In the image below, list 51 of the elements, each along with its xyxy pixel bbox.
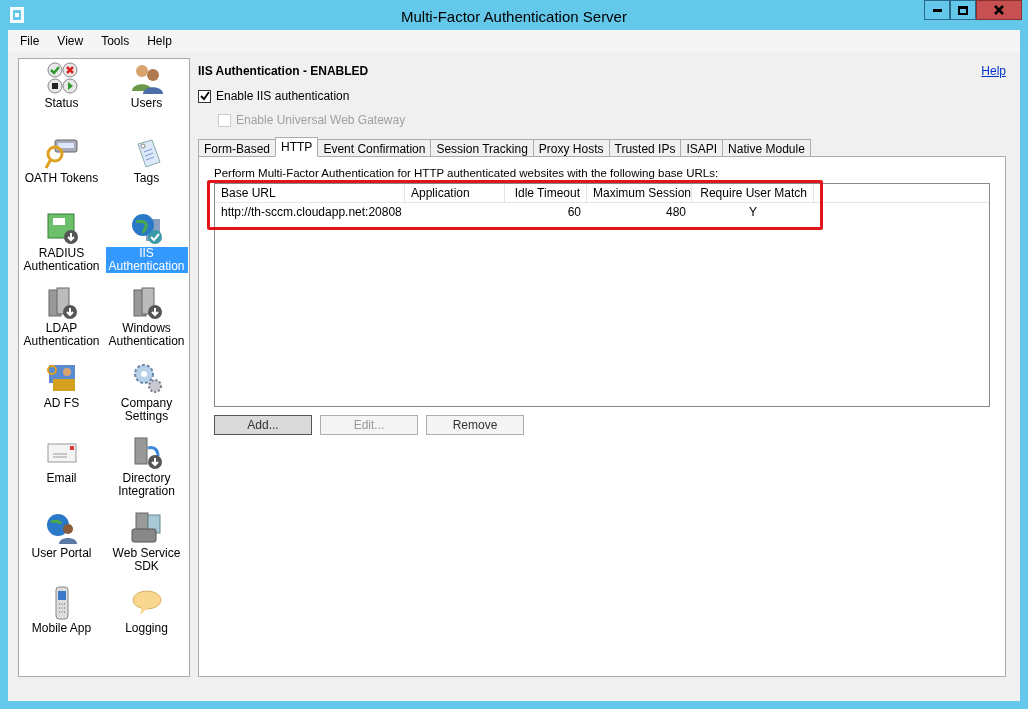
- sidebar-item[interactable]: Windows Authentication: [105, 322, 188, 348]
- action-button[interactable]: Add...: [214, 415, 312, 436]
- sidebar-item[interactable]: Email: [45, 472, 78, 485]
- checkbox[interactable]: [198, 89, 211, 103]
- column-header[interactable]: Application: [405, 184, 505, 203]
- column-header[interactable]: Base URL: [215, 184, 405, 203]
- menu-item[interactable]: View: [49, 32, 92, 50]
- menu-item[interactable]: Help: [139, 32, 180, 50]
- action-button[interactable]: Remove: [426, 415, 524, 436]
- sidebar-item[interactable]: OATH Tokens: [23, 172, 100, 185]
- table-cell: http://th-sccm.cloudapp.net:20808: [221, 204, 402, 219]
- table-cell: Y: [749, 204, 757, 219]
- table-cell: 480: [665, 204, 686, 219]
- close-button[interactable]: [976, 0, 1022, 20]
- window-title: Multi-Factor Authentication Server: [400, 7, 628, 27]
- section-heading: IIS Authentication - ENABLED: [198, 63, 369, 80]
- tab[interactable]: Native Module: [722, 139, 811, 157]
- sidebar-item[interactable]: LDAP Authentication: [20, 322, 103, 348]
- help-link[interactable]: Help: [981, 62, 1006, 80]
- column-header[interactable]: Idle Timeout: [505, 184, 587, 203]
- table-cell: 60: [567, 204, 581, 219]
- server-toolbox-icon: [129, 511, 164, 545]
- globe-person-icon: [44, 511, 79, 545]
- sidebar-item[interactable]: AD FS: [42, 397, 81, 410]
- sidebar-item[interactable]: Company Settings: [105, 397, 188, 423]
- tab[interactable]: Proxy Hosts: [532, 139, 610, 157]
- tab[interactable]: Session Tracking: [430, 139, 534, 157]
- tab[interactable]: Form-Based: [198, 139, 277, 157]
- sidebar-item[interactable]: Users: [129, 97, 164, 110]
- menu-item[interactable]: Tools: [93, 32, 138, 50]
- minimize-button[interactable]: [924, 0, 950, 20]
- sidebar-item[interactable]: Directory Integration: [105, 472, 188, 498]
- close-icon: [994, 5, 1004, 15]
- sidebar-item[interactable]: User Portal: [30, 547, 93, 560]
- checkbox-label: Enable Universal Web Gateway: [236, 112, 406, 129]
- description-text: Perform Multi-Factor Authentication for HTTP authenticated websites with the following base URLs:: [214, 166, 720, 181]
- column-header[interactable]: Require User Match: [692, 184, 814, 203]
- sidebar-item[interactable]: Status: [43, 97, 80, 110]
- sidebar-item[interactable]: Tags: [132, 172, 161, 185]
- column-header[interactable]: Maximum Session: [587, 184, 692, 203]
- tab[interactable]: HTTP: [275, 137, 319, 157]
- panel-download-icon: [44, 211, 79, 245]
- sidebar-item[interactable]: Mobile App: [30, 622, 93, 635]
- sidebar-item[interactable]: RADIUS Authentication: [20, 247, 103, 273]
- key-token-icon: [44, 136, 79, 170]
- sidebar-item[interactable]: Logging: [124, 622, 169, 635]
- menu-item[interactable]: File: [12, 32, 48, 50]
- checkmark-icon: [199, 91, 210, 101]
- sidebar-item[interactable]: Web Service SDK: [105, 547, 188, 573]
- status-lights-icon: [44, 61, 79, 95]
- checkbox-label: Enable IIS authentication: [216, 88, 350, 105]
